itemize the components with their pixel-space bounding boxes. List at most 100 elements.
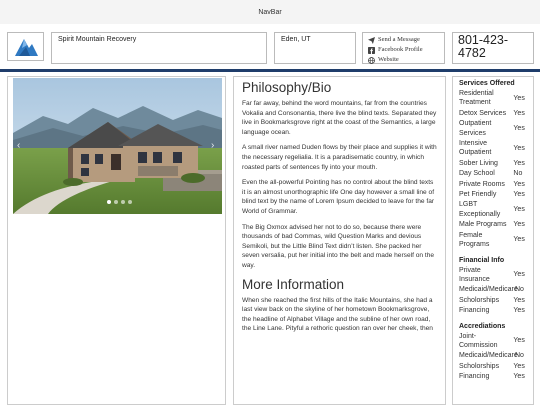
accreditations-section: Accrediations Joint-Commission Yes Medica… — [459, 322, 527, 382]
service-value: Yes — [513, 144, 525, 152]
bio-paragraph: Even the all-powerful Pointing has no co… — [242, 179, 435, 215]
website-link[interactable]: Website — [368, 55, 439, 65]
accreditation-value: Yes — [513, 373, 525, 381]
financial-label: Scholorships — [459, 296, 500, 304]
header-divider — [0, 69, 540, 72]
accreditation-row: Financing Yes — [459, 372, 527, 381]
service-label: Male Programs — [459, 221, 507, 229]
photo-column: ‹ › — [7, 76, 226, 405]
accreditations-title: Accrediations — [459, 322, 506, 330]
facility-location-text: Eden, UT — [281, 36, 311, 43]
bio-paragraph: Far far away, behind the word mountains,… — [242, 100, 437, 136]
financial-row: Private Insurance Yes — [459, 266, 527, 285]
accreditation-row: Joint-Commission Yes — [459, 332, 527, 351]
send-message-link[interactable]: Send a Message — [368, 35, 439, 45]
financial-row: Financing Yes — [459, 306, 527, 315]
facility-photo-carousel[interactable]: ‹ › — [13, 78, 222, 214]
services-title: Services Offered — [459, 80, 515, 87]
phone-number-text: 801-423-4782 — [458, 33, 509, 60]
financial-label: Medicaid/Medicare — [459, 286, 518, 294]
carousel-indicators — [107, 200, 132, 204]
bio-paragraph: A small river named Duden flows by their… — [242, 144, 437, 171]
service-value: Yes — [513, 180, 525, 188]
service-label: Private Rooms — [459, 180, 505, 188]
facility-name: Spirit Mountain Recovery — [51, 32, 267, 64]
service-label: Residential Treatment — [459, 90, 494, 107]
more-info-heading: More Information — [242, 276, 345, 292]
facebook-profile-link[interactable]: Facebook Profile — [368, 45, 439, 55]
facility-name-text: Spirit Mountain Recovery — [58, 36, 137, 43]
service-row: LGBT Exceptionally Yes — [459, 200, 527, 219]
accreditation-row: Scholorships Yes — [459, 362, 527, 371]
financial-row: Medicaid/Medicare No — [459, 285, 527, 294]
service-label: LGBT Exceptionally — [459, 201, 501, 218]
facebook-profile-label: Facebook Profile — [378, 46, 423, 53]
carousel-prev-icon[interactable]: ‹ — [17, 140, 20, 151]
carousel-dot-2[interactable] — [114, 200, 118, 204]
carousel-dot-1[interactable] — [107, 200, 111, 204]
service-value: Yes — [513, 159, 525, 167]
service-value: Yes — [513, 124, 525, 132]
accreditation-label: Scholorships — [459, 362, 500, 370]
logo[interactable] — [7, 32, 44, 61]
carousel-dot-4[interactable] — [128, 200, 132, 204]
service-label: Female Programs — [459, 231, 490, 249]
service-row: Day School No — [459, 169, 527, 178]
service-row: Private Rooms Yes — [459, 180, 527, 189]
service-row: Intensive Outpatient Yes — [459, 139, 527, 158]
service-label: Detox Services — [459, 109, 507, 117]
facility-location: Eden, UT — [274, 32, 356, 64]
send-icon — [368, 36, 375, 44]
more-info-paragraph: When she reached the first hills of the … — [242, 296, 433, 333]
accreditation-row: Medicaid/Medicare No — [459, 351, 527, 360]
service-value: Yes — [513, 191, 525, 199]
bio-paragraph: The Big Oxmox advised her not to do so, … — [242, 223, 435, 269]
philosophy-heading: Philosophy/Bio — [242, 80, 332, 95]
navbar-label: NavBar — [258, 8, 282, 16]
financial-section: Financial Info Private Insurance Yes Medi… — [459, 256, 527, 316]
accreditation-label: Medicaid/Medicare — [459, 352, 518, 360]
service-row: Sober Living Yes — [459, 159, 527, 168]
accreditation-label: Financing — [459, 373, 490, 381]
service-row: Pet Friendly Yes — [459, 190, 527, 199]
financial-row: Scholorships Yes — [459, 296, 527, 305]
accreditation-value: No — [515, 352, 524, 360]
service-row: Residential Treatment Yes — [459, 89, 527, 108]
service-value: Yes — [513, 221, 525, 229]
service-value: Yes — [513, 236, 525, 244]
financial-value: Yes — [513, 296, 525, 304]
accreditation-value: Yes — [513, 337, 525, 345]
financial-title: Financial Info — [459, 256, 505, 264]
accreditation-value: Yes — [513, 362, 525, 370]
service-label: Sober Living — [459, 159, 498, 167]
contact-links: Send a Message Facebook Profile Website — [362, 32, 445, 64]
service-label: Intensive Outpatient — [459, 140, 492, 157]
header: Spirit Mountain Recovery Eden, UT Send a… — [0, 29, 540, 67]
carousel-dot-3[interactable] — [121, 200, 125, 204]
mountain-logo-icon — [12, 35, 39, 58]
services-section: Services Offered Residential Treatment Ye… — [459, 79, 527, 250]
website-label: Website — [378, 56, 399, 63]
service-value: Yes — [513, 206, 525, 214]
service-label: Day School — [459, 170, 495, 178]
financial-value: No — [515, 286, 524, 294]
service-value: Yes — [513, 109, 525, 117]
globe-icon — [368, 56, 375, 64]
accreditation-label: Joint-Commission — [459, 332, 498, 349]
service-row: Male Programs Yes — [459, 220, 527, 229]
service-row: Detox Services Yes — [459, 109, 527, 118]
send-message-label: Send a Message — [378, 36, 420, 43]
facility-details: Services Offered Residential Treatment Ye… — [452, 76, 534, 405]
service-value: No — [513, 170, 523, 178]
service-value: Yes — [513, 94, 525, 102]
facebook-icon — [368, 46, 375, 54]
carousel-next-icon[interactable]: › — [211, 140, 214, 151]
phone-number[interactable]: 801-423-4782 — [452, 32, 534, 64]
financial-value: Yes — [513, 307, 525, 315]
service-row: Female Programs Yes — [459, 231, 527, 250]
service-label: Pet Friendly — [459, 191, 497, 199]
financial-label: Financing — [459, 307, 490, 315]
service-label: Outpatient Services — [459, 120, 492, 137]
financial-label: Private Insurance — [459, 266, 490, 283]
bio-column: Philosophy/Bio Far far away, behind the … — [233, 76, 446, 405]
